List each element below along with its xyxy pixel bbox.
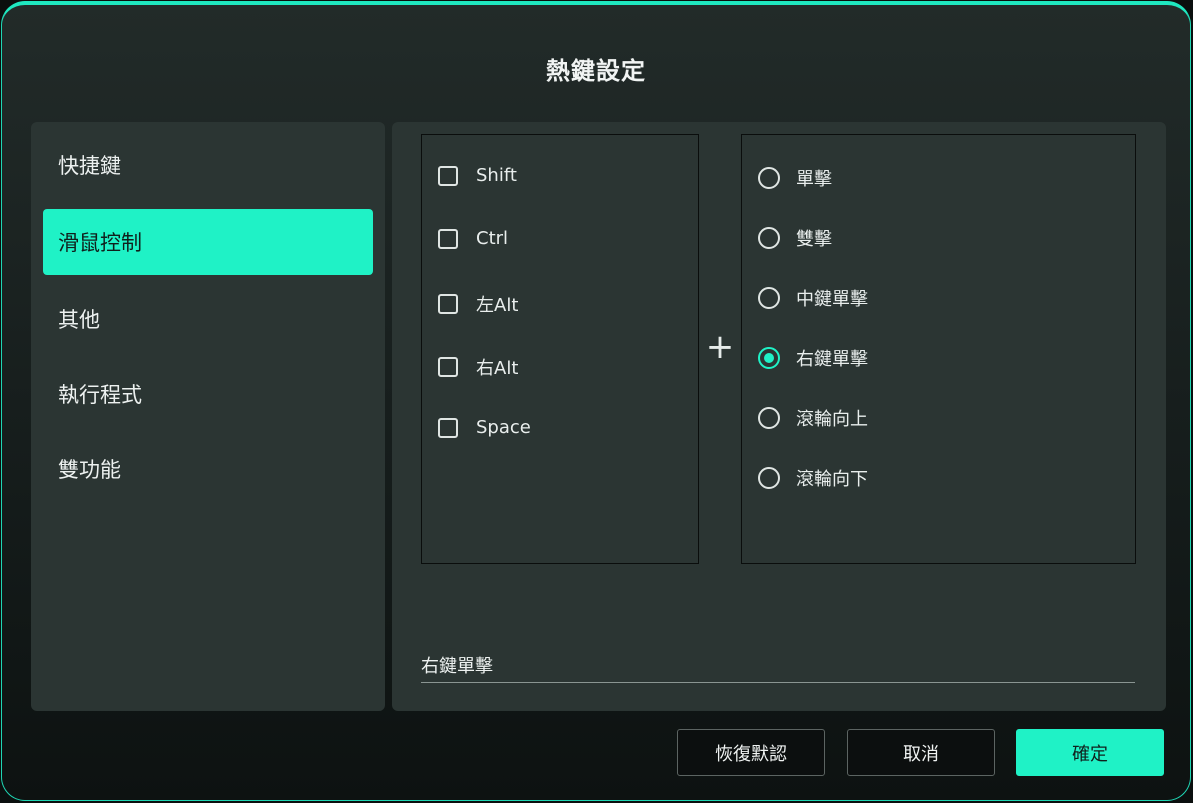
mouse-action-label: 中鍵單擊 (796, 289, 868, 310)
radio-button[interactable] (758, 227, 780, 249)
dialog-title: 熱鍵設定 (546, 57, 646, 85)
modifier-option-left-alt[interactable]: 左Alt (438, 291, 518, 317)
checkbox[interactable] (438, 165, 458, 186)
radio-button[interactable] (758, 287, 780, 309)
mouse-action-label: 單擊 (796, 169, 832, 190)
mouse-option-double-click[interactable]: 雙擊 (758, 225, 832, 251)
modifier-label: 左Alt (476, 295, 519, 316)
radio-button[interactable] (758, 167, 780, 189)
modifier-option-ctrl[interactable]: Ctrl (438, 228, 508, 249)
mouse-action-label: 滾輪向下 (796, 469, 868, 490)
hotkey-result-field: 右鍵單擊 (421, 649, 1135, 683)
sidebar-item-mouse-control[interactable]: 滑鼠控制 (43, 209, 373, 275)
mouse-action-label: 右鍵單擊 (796, 349, 868, 370)
sidebar-item-label: 雙功能 (58, 458, 121, 482)
modifier-label: Shift (476, 165, 517, 186)
modifier-label: Ctrl (476, 228, 509, 249)
modifier-label: 右Alt (476, 358, 519, 379)
sidebar-item-label: 執行程式 (58, 383, 142, 407)
mouse-option-scroll-down[interactable]: 滾輪向下 (758, 465, 868, 491)
sidebar-item-label: 滑鼠控制 (58, 231, 142, 255)
modifier-key-list: Shift Ctrl 左Alt 右Alt Space (421, 134, 699, 564)
checkbox[interactable] (438, 294, 458, 314)
restore-default-button[interactable]: 恢復默認 (677, 729, 825, 776)
radio-button[interactable] (758, 467, 780, 489)
modifier-option-right-alt[interactable]: 右Alt (438, 354, 518, 380)
mouse-action-label: 雙擊 (796, 229, 832, 250)
mouse-option-right-click[interactable]: 右鍵單擊 (758, 345, 868, 371)
sidebar-item-label: 快捷鍵 (58, 154, 121, 178)
modifier-option-space[interactable]: Space (438, 417, 531, 438)
plus-icon: + (705, 327, 735, 367)
mouse-action-list: 單擊 雙擊 中鍵單擊 右鍵單擊 滾輪向上 滾輪向下 (741, 134, 1136, 564)
sidebar-item-other[interactable]: 其他 (43, 286, 373, 352)
sidebar-item-run-program[interactable]: 執行程式 (43, 361, 373, 427)
sidebar-item-shortcut[interactable]: 快捷鍵 (43, 132, 373, 198)
sidebar-item-label: 其他 (58, 308, 100, 332)
checkbox[interactable] (438, 417, 458, 438)
modifier-label: Space (476, 417, 531, 438)
mouse-option-middle-click[interactable]: 中鍵單擊 (758, 285, 868, 311)
modifier-option-shift[interactable]: Shift (438, 165, 517, 186)
radio-button-selected[interactable] (758, 347, 780, 369)
mouse-option-single-click[interactable]: 單擊 (758, 165, 832, 191)
checkbox[interactable] (438, 228, 458, 249)
sidebar-item-dual-function[interactable]: 雙功能 (43, 436, 373, 502)
hotkey-settings-dialog: 熱鍵設定 快捷鍵 滑鼠控制 其他 執行程式 雙功能 Shift Ctrl 左Al… (1, 1, 1191, 801)
radio-button[interactable] (758, 407, 780, 429)
mouse-option-scroll-up[interactable]: 滾輪向上 (758, 405, 868, 431)
confirm-button[interactable]: 確定 (1016, 729, 1164, 776)
mouse-action-label: 滾輪向上 (796, 409, 868, 430)
checkbox[interactable] (438, 357, 458, 377)
cancel-button[interactable]: 取消 (847, 729, 995, 776)
main-panel: Shift Ctrl 左Alt 右Alt Space + 單擊 雙擊 中鍵單擊 … (392, 122, 1166, 711)
sidebar: 快捷鍵 滑鼠控制 其他 執行程式 雙功能 (31, 122, 385, 711)
